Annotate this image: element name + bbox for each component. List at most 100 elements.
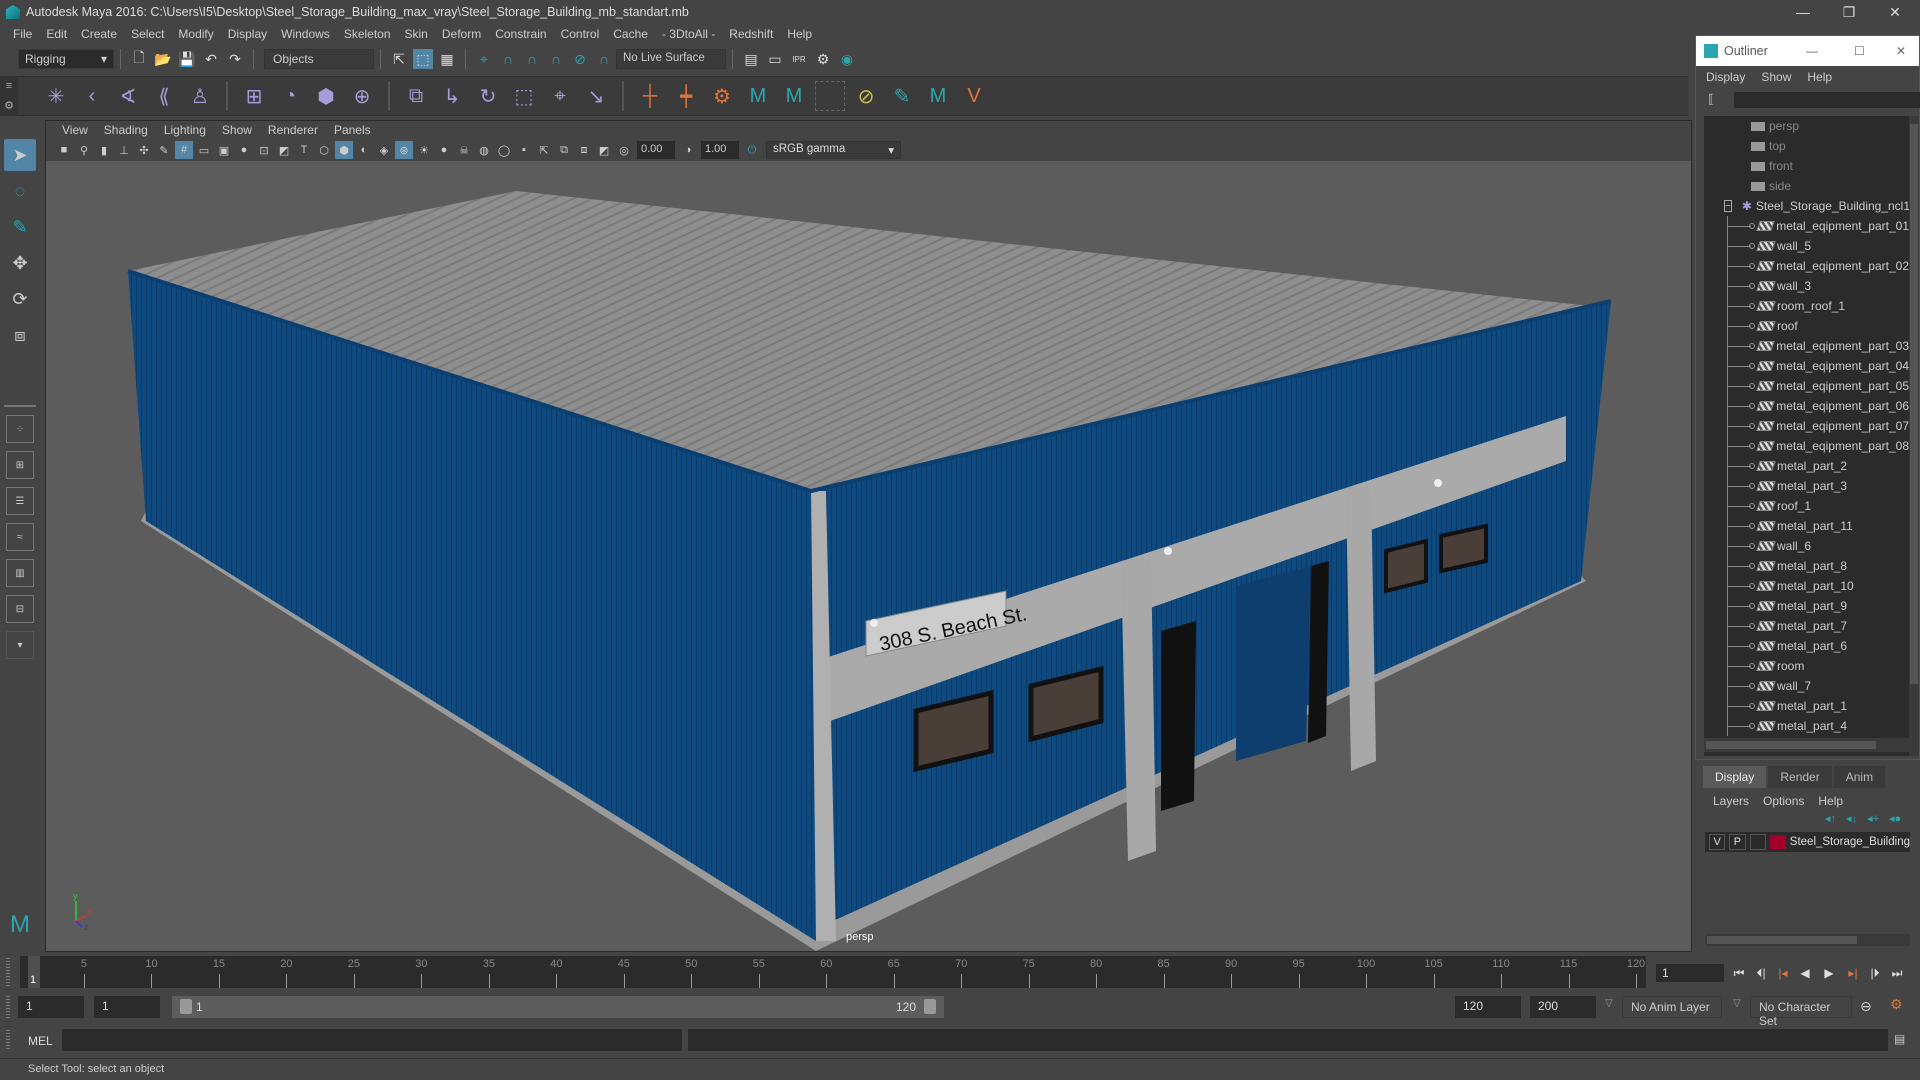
chevron-down-icon[interactable]: ▽: [1733, 998, 1741, 1009]
range-bar[interactable]: 1 120: [172, 996, 944, 1018]
go-to-start-icon[interactable]: ⏮: [1730, 964, 1748, 982]
viewport-menu-show[interactable]: Show: [214, 123, 260, 137]
ik-spline-icon[interactable]: ∢: [113, 81, 143, 111]
snap-surface-icon[interactable]: ⊘: [570, 49, 590, 69]
outliner-item[interactable]: metal_eqipment_part_05: [1704, 376, 1909, 396]
outliner-filter-icon[interactable]: ⟦: [1708, 92, 1714, 106]
tab-anim[interactable]: Anim: [1833, 766, 1886, 788]
snap-view-icon[interactable]: ∩: [546, 49, 566, 69]
layer-menu-layers[interactable]: Layers: [1713, 794, 1749, 808]
current-frame-marker[interactable]: 1: [28, 956, 40, 988]
outliner-minimize-button[interactable]: —: [1806, 44, 1818, 58]
outliner-item[interactable]: roof: [1704, 316, 1909, 336]
script-editor-icon[interactable]: ▤: [1894, 1032, 1905, 1046]
outliner-item[interactable]: metal_part_10: [1704, 576, 1909, 596]
render-settings-icon[interactable]: ⚙: [813, 49, 833, 69]
tab-render[interactable]: Render: [1768, 766, 1832, 788]
empty-slot-icon[interactable]: .: [815, 81, 845, 111]
menu-deform[interactable]: Deform: [435, 27, 488, 41]
scrollbar-thumb[interactable]: [1910, 124, 1918, 684]
orient-constraint-icon[interactable]: ↻: [473, 81, 503, 111]
viewport-menu-view[interactable]: View: [54, 123, 96, 137]
step-forward-key-icon[interactable]: ▸|: [1844, 964, 1862, 982]
outliner-vertical-scrollbar[interactable]: [1909, 116, 1919, 756]
persp-graph-layout-icon[interactable]: ≈: [6, 523, 34, 551]
isolate-select-icon[interactable]: ▪: [515, 141, 533, 159]
textured-icon[interactable]: ◈: [375, 141, 393, 159]
safe-title-icon[interactable]: T: [295, 141, 313, 159]
outliner-item[interactable]: wall_5: [1704, 236, 1909, 256]
outliner-item[interactable]: metal_part_8: [1704, 556, 1909, 576]
new-layer-selected-icon[interactable]: ◂●: [1889, 812, 1901, 825]
use-all-lights-icon[interactable]: ⊛: [395, 141, 413, 159]
2d-pan-zoom-icon[interactable]: ✣: [135, 141, 153, 159]
shelf-settings-icon[interactable]: ⚙: [4, 99, 14, 112]
playback-start-field[interactable]: 1: [94, 996, 160, 1018]
outliner-menu-help[interactable]: Help: [1807, 70, 1832, 84]
menu-3dtoall[interactable]: - 3DtoAll -: [655, 27, 722, 41]
menu-cache[interactable]: Cache: [606, 27, 655, 41]
auto-key-icon[interactable]: ⊖: [1860, 998, 1872, 1015]
outliner-item[interactable]: metal_part_9: [1704, 596, 1909, 616]
outliner-item[interactable]: metal_part_1: [1704, 696, 1909, 716]
new-scene-icon[interactable]: 🗋: [129, 49, 149, 69]
menu-display[interactable]: Display: [221, 27, 274, 41]
layer-menu-options[interactable]: Options: [1763, 794, 1804, 808]
locator-icon[interactable]: ┼: [635, 81, 665, 111]
menu-windows[interactable]: Windows: [274, 27, 337, 41]
outliner-item[interactable]: wall_6: [1704, 536, 1909, 556]
grip-handle[interactable]: [6, 1030, 10, 1050]
polygon-v-icon[interactable]: V: [959, 81, 989, 111]
scrollbar-thumb[interactable]: [1706, 741, 1876, 749]
outliner-item[interactable]: metal_eqipment_part_03: [1704, 336, 1909, 356]
grease-pencil-icon[interactable]: ✎: [155, 141, 173, 159]
step-back-key-icon[interactable]: |◂: [1774, 964, 1792, 982]
paint-select-tool-icon[interactable]: ✎: [4, 211, 36, 243]
safe-action-icon[interactable]: ◩: [275, 141, 293, 159]
wireframe-on-shaded-icon[interactable]: ◐: [355, 141, 373, 159]
viewport-menu-lighting[interactable]: Lighting: [156, 123, 214, 137]
menu-file[interactable]: File: [6, 27, 39, 41]
exposure-field[interactable]: 0.00: [637, 141, 675, 159]
field-chart-icon[interactable]: ⊡: [255, 141, 273, 159]
anim-layer-dropdown[interactable]: No Anim Layer: [1622, 996, 1722, 1018]
layer-row[interactable]: V P Steel_Storage_Building: [1705, 832, 1910, 852]
four-view-layout-icon[interactable]: ⊞: [6, 451, 34, 479]
resolution-gate-icon[interactable]: ▣: [215, 141, 233, 159]
range-start-handle[interactable]: [180, 999, 192, 1014]
animation-end-field[interactable]: 200: [1530, 996, 1596, 1018]
cluster-icon[interactable]: ⊕: [347, 81, 377, 111]
menu-create[interactable]: Create: [74, 27, 124, 41]
step-forward-frame-icon[interactable]: |⏵: [1866, 964, 1884, 982]
layer-color-swatch[interactable]: [1769, 835, 1786, 849]
move-layer-down-icon[interactable]: ◂↓: [1846, 812, 1857, 825]
shadows-icon[interactable]: ☀: [415, 141, 433, 159]
grip-handle[interactable]: [6, 996, 10, 1020]
select-object-icon[interactable]: ⬚: [413, 49, 433, 69]
character-icon[interactable]: ⚙: [707, 81, 737, 111]
menu-modify[interactable]: Modify: [171, 27, 220, 41]
outliner-item[interactable]: metal_eqipment_part_02: [1704, 256, 1909, 276]
animation-preferences-icon[interactable]: ⚙: [1890, 996, 1903, 1013]
play-forwards-icon[interactable]: ▶: [1820, 964, 1838, 982]
menu-control[interactable]: Control: [554, 27, 607, 41]
persp-outliner-graph-layout-icon[interactable]: ⊟: [6, 595, 34, 623]
hypershade-persp-layout-icon[interactable]: ▥: [6, 559, 34, 587]
outliner-item[interactable]: roof_1: [1704, 496, 1909, 516]
aim-constraint-icon[interactable]: ⌖: [545, 81, 575, 111]
character-set-dropdown[interactable]: No Character Set: [1750, 996, 1852, 1028]
humanik-icon[interactable]: ♙: [185, 81, 215, 111]
camera-icon[interactable]: ■: [55, 141, 73, 159]
outliner-item[interactable]: metal_part_7: [1704, 616, 1909, 636]
xray-joints-icon[interactable]: ⧉: [555, 141, 573, 159]
layer-display-type-toggle[interactable]: [1749, 834, 1766, 850]
outliner-item[interactable]: metal_eqipment_part_01: [1704, 216, 1909, 236]
minimize-button[interactable]: —: [1780, 0, 1826, 24]
wireframe-icon[interactable]: ⬡: [315, 141, 333, 159]
undo-icon[interactable]: ↶: [201, 49, 221, 69]
snap-grid-icon[interactable]: ⌖: [474, 49, 494, 69]
scale-constraint-icon[interactable]: ⬚: [509, 81, 539, 111]
outliner-item[interactable]: metal_eqipment_part_06: [1704, 396, 1909, 416]
snap-curve-icon[interactable]: ∩: [498, 49, 518, 69]
outliner-search-input[interactable]: [1734, 92, 1920, 108]
